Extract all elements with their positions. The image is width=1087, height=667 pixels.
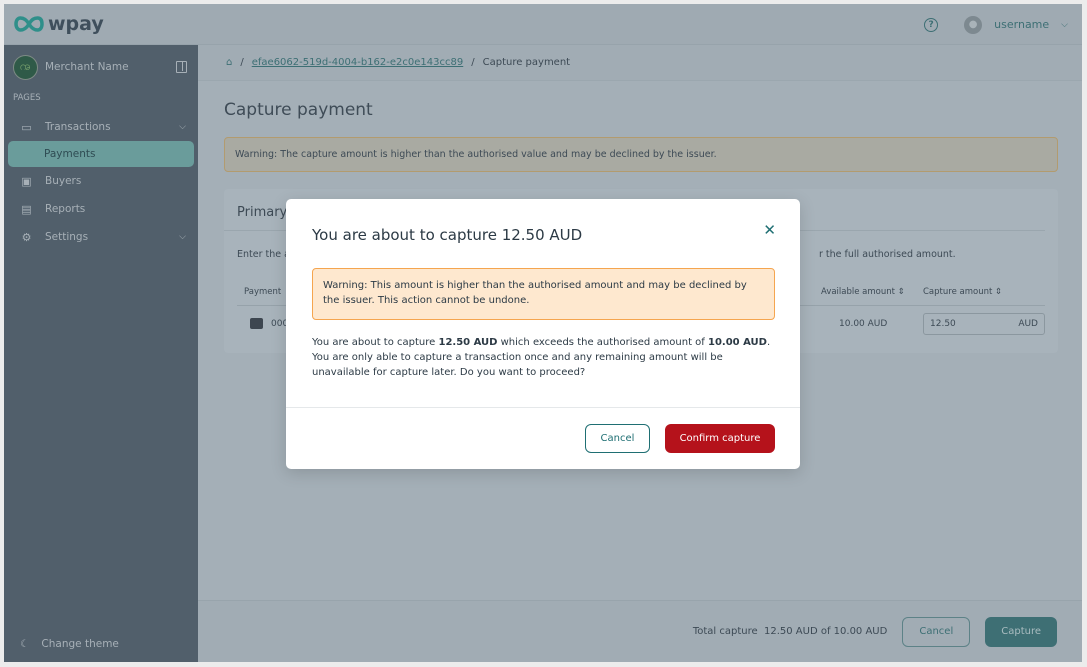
col-label: Capture amount (923, 287, 993, 297)
sort-icon: ⇕ (897, 287, 905, 297)
chevron-down-icon: ⌵ (179, 122, 186, 132)
merchant-logo-icon: ꩠ (13, 54, 38, 80)
nav-label: Reports (45, 203, 86, 215)
sidebar-item-settings[interactable]: ⚙ Settings ⌵ (4, 223, 198, 251)
top-bar: wpay ? ● username ⌵ (4, 4, 1082, 45)
total-label: Total capture (692, 626, 758, 637)
chevron-down-icon[interactable]: ⌵ (1061, 20, 1068, 30)
total-value: 12.50 AUD of 10.00 AUD (764, 626, 888, 637)
section-label: PAGES (13, 93, 41, 103)
sidebar-item-buyers[interactable]: ▣ Buyers (4, 167, 198, 195)
card-description: Enter the a (237, 249, 290, 260)
sort-icon: ⇕ (995, 287, 1003, 297)
card-description-end: r the full authorised amount. (819, 249, 956, 260)
column-capture[interactable]: Capture amount ⇕ (923, 287, 1002, 297)
capture-amount-input[interactable]: 12.50 AUD (923, 313, 1045, 335)
chevron-down-icon: ⌵ (179, 232, 186, 242)
merchant-name: Merchant Name (45, 61, 129, 73)
body-text: which exceeds the authorised amount of (497, 337, 708, 348)
user-avatar-icon[interactable]: ● (964, 15, 983, 34)
change-theme-button[interactable]: ☾ Change theme (20, 638, 119, 650)
separator: / (471, 57, 475, 68)
change-theme-label: Change theme (41, 638, 119, 650)
available-amount: 10.00 AUD (839, 319, 888, 329)
capture-button[interactable]: Capture (985, 616, 1057, 647)
authorised-amount: 10.00 AUD (708, 337, 767, 348)
merchant-selector[interactable]: ꩠ Merchant Name (4, 45, 198, 89)
breadcrumb: ⌂ / efae6062-519d-4004-b162-e2c0e143cc89 /… (198, 45, 1082, 81)
sidebar: ꩠ Merchant Name PAGES ▭ Transactions ⌵ Pay… (4, 45, 198, 662)
home-icon[interactable]: ⌂ (226, 57, 232, 68)
confirm-capture-modal: You are about to capture 12.50 AUD ✕ War… (286, 199, 800, 469)
modal-warning: Warning: This amount is higher than the … (312, 268, 775, 320)
sidebar-item-reports[interactable]: ▤ Reports (4, 195, 198, 223)
wpay-logo[interactable]: wpay (14, 13, 104, 35)
clipboard-icon: ▤ (21, 202, 32, 216)
breadcrumb-transaction-link[interactable]: efae6062-519d-4004-b162-e2c0e143cc89 (252, 57, 464, 68)
column-payment[interactable]: Payment (244, 287, 281, 297)
modal-title: You are about to capture 12.50 AUD (312, 226, 583, 244)
page-title: Capture payment (224, 100, 373, 120)
sidebar-item-payments[interactable]: Payments (8, 141, 194, 167)
card-icon: ▭ (21, 120, 32, 134)
brand-name: wpay (48, 13, 104, 35)
capture-amount: 12.50 AUD (438, 337, 498, 348)
warning-banner: Warning: The capture amount is higher th… (224, 137, 1058, 172)
divider (286, 407, 800, 408)
modal-body: You are about to capture 12.50 AUD which… (312, 335, 777, 380)
footer-bar: Total capture 12.50 AUD of 10.00 AUD Can… (198, 600, 1082, 662)
capture-value: 12.50 (930, 319, 956, 329)
contact-icon: ▣ (21, 174, 32, 188)
close-icon[interactable]: ✕ (763, 221, 776, 239)
moon-icon: ☾ (20, 638, 30, 650)
breadcrumb-current: Capture payment (482, 57, 571, 68)
nav-label: Buyers (45, 175, 82, 187)
col-label: Available amount (821, 287, 895, 297)
nav-label: Settings (45, 231, 89, 243)
cancel-button[interactable]: Cancel (902, 616, 971, 647)
modal-cancel-button[interactable]: Cancel (585, 424, 650, 453)
currency: AUD (1018, 319, 1038, 329)
mastercard-icon (250, 318, 263, 329)
username[interactable]: username (994, 18, 1049, 31)
nav-label: Transactions (45, 121, 111, 133)
column-available[interactable]: Available amount ⇕ (821, 287, 905, 297)
nav-label: Payments (44, 148, 96, 160)
gear-icon: ⚙ (21, 230, 32, 244)
total-capture: Total capture 12.50 AUD of 10.00 AUD (693, 626, 888, 637)
collapse-sidebar-icon[interactable] (176, 61, 187, 73)
help-icon[interactable]: ? (924, 17, 939, 32)
sidebar-item-transactions[interactable]: ▭ Transactions ⌵ (4, 113, 198, 141)
confirm-capture-button[interactable]: Confirm capture (665, 424, 775, 453)
infinity-logo-icon (14, 16, 44, 32)
separator: / (240, 57, 244, 68)
body-text: You are about to capture (312, 337, 439, 348)
